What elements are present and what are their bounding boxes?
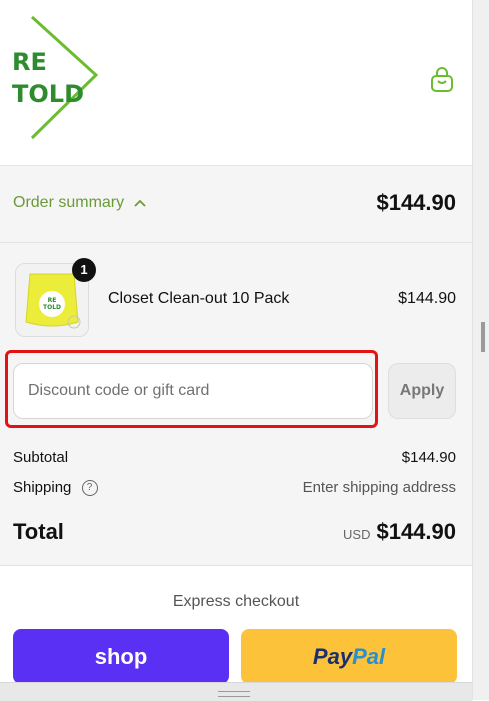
- total-value: $144.90: [376, 519, 456, 544]
- shipping-value: Enter shipping address: [302, 479, 456, 496]
- order-summary-label: Order summary: [13, 194, 125, 211]
- shop-pay-label: shop: [94, 643, 148, 669]
- shipping-label: Shipping: [13, 479, 72, 496]
- logo-text-told: TOLD: [12, 80, 84, 108]
- total-label: Total: [13, 519, 64, 544]
- shipping-row: Shipping ? Enter shipping address: [13, 479, 456, 497]
- order-details: RE TOLD 1 Closet Clean-out 10 Pack $144.…: [0, 243, 472, 566]
- resize-grip[interactable]: [481, 322, 485, 352]
- thumb-logo-re: RE: [48, 297, 57, 304]
- paypal-button[interactable]: PayPal: [241, 629, 457, 684]
- site-header: RE TOLD: [0, 0, 472, 166]
- currency-code: USD: [343, 527, 371, 542]
- discount-code-input[interactable]: [13, 363, 373, 419]
- express-checkout-section: Express checkout shop PayPal: [0, 566, 472, 700]
- shopping-bag-icon[interactable]: [428, 66, 456, 94]
- apply-discount-button[interactable]: Apply: [388, 363, 456, 419]
- paypal-label-pal: Pal: [352, 643, 386, 669]
- chevron-up-icon: [134, 199, 146, 207]
- order-summary-total: $144.90: [376, 190, 456, 215]
- logo-text-re: RE: [12, 48, 47, 76]
- retold-logo[interactable]: RE TOLD: [8, 14, 100, 144]
- order-summary-bar: Order summary $144.90: [0, 166, 472, 243]
- subtotal-label: Subtotal: [13, 449, 69, 466]
- shop-pay-button[interactable]: shop: [13, 629, 229, 684]
- product-name: Closet Clean-out 10 Pack: [108, 290, 290, 307]
- subtotal-row: Subtotal $144.90: [13, 449, 456, 466]
- drag-handle[interactable]: [218, 691, 250, 697]
- help-icon[interactable]: ?: [81, 480, 98, 497]
- quantity-badge: 1: [72, 258, 96, 282]
- product-price: $144.90: [398, 290, 456, 307]
- subtotal-value: $144.90: [401, 449, 456, 466]
- checkout-page: RE TOLD Order summary $144.90 RE TOLD 1 …: [0, 0, 472, 701]
- express-checkout-title: Express checkout: [172, 593, 300, 610]
- thumb-logo-told: TOLD: [43, 304, 61, 311]
- order-summary-toggle[interactable]: Order summary: [13, 194, 146, 212]
- paypal-label-pay: Pay: [312, 643, 353, 669]
- total-row: Total USD $144.90: [13, 519, 456, 545]
